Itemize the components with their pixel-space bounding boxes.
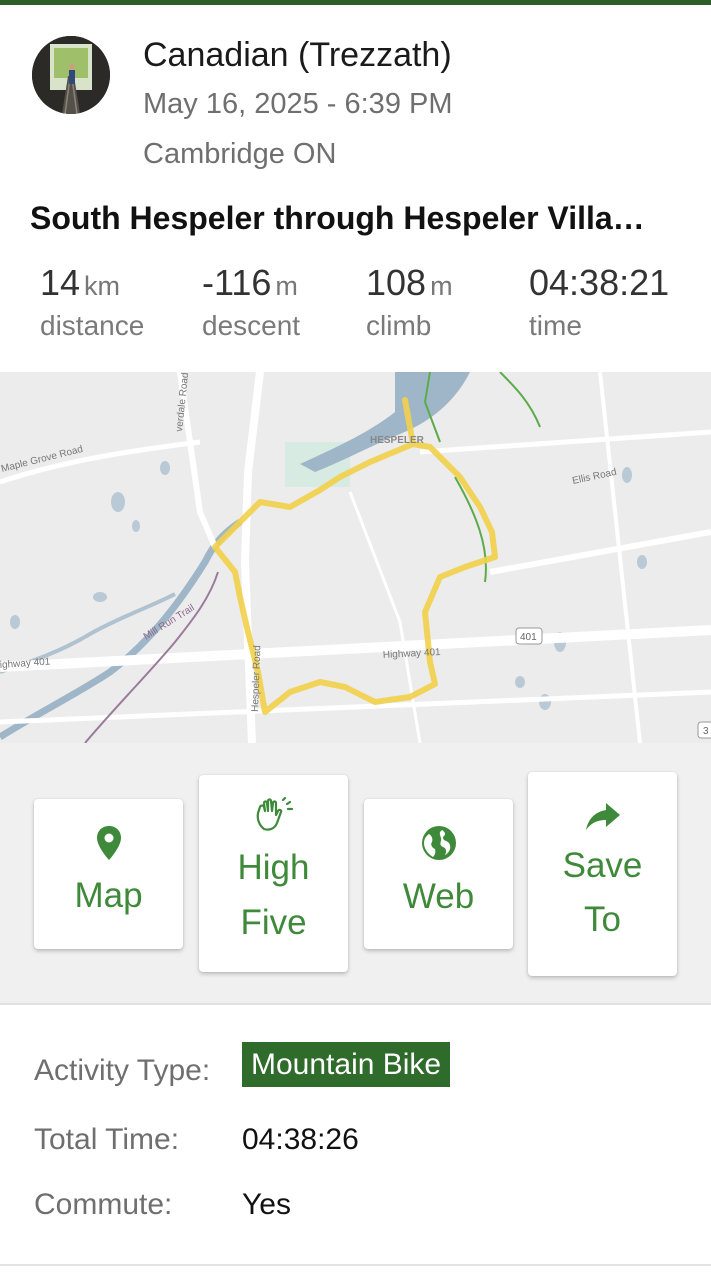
stat-descent: -116 m descent <box>202 262 300 342</box>
stat-climb-value: 108 <box>366 262 427 303</box>
high-five-button[interactable]: High Five <box>199 775 348 972</box>
stat-climb-unit: m <box>430 271 453 301</box>
highway-shield-3-text: 3 <box>703 726 709 737</box>
save-to-button[interactable]: Save To <box>528 772 677 976</box>
section-divider <box>0 1264 711 1266</box>
highway-shield-401-text: 401 <box>520 632 537 643</box>
stat-time: 04:38:21 time <box>529 262 669 342</box>
web-button-label: Web <box>402 876 475 916</box>
avatar[interactable] <box>32 36 110 114</box>
web-button[interactable]: Web <box>364 799 513 949</box>
high-five-label-line2: Five <box>240 902 307 942</box>
total-time-label: Total Time: <box>34 1123 180 1156</box>
high-five-label-line1: High <box>237 848 310 888</box>
activity-type-value: Mountain Bike <box>242 1042 451 1087</box>
activity-title: South Hespeler through Hespeler Villa… <box>30 200 645 236</box>
map-label-hespeler: HESPELER <box>370 435 425 446</box>
map-pin-icon <box>96 825 121 860</box>
route-map[interactable]: Maple Grove Road verdale Road HESPELER E… <box>0 372 711 743</box>
share-arrow-icon <box>585 802 620 830</box>
stat-climb-label: climb <box>366 310 432 341</box>
map-label-hespeler-road: Hespeler Road <box>250 645 263 712</box>
stat-distance-value: 14 <box>40 262 81 303</box>
commute-value: Yes <box>242 1188 291 1221</box>
stat-distance-label: distance <box>40 310 145 341</box>
stat-time-value: 04:38:21 <box>529 262 670 303</box>
stat-climb: 108 m climb <box>366 262 453 342</box>
stat-time-label: time <box>529 310 582 341</box>
activity-date: May 16, 2025 - 6:39 PM <box>143 88 453 120</box>
top-accent-bar <box>0 0 711 5</box>
map-button[interactable]: Map <box>34 799 183 949</box>
activity-type-badge: Mountain Bike <box>242 1042 451 1087</box>
save-to-label-line1: Save <box>562 845 643 885</box>
action-buttons-area: Map High Five Web Save To <box>0 743 711 1005</box>
stat-descent-unit: m <box>275 271 298 301</box>
globe-icon <box>421 825 456 860</box>
waving-hand-icon <box>256 797 293 831</box>
stat-distance: 14 km distance <box>40 262 144 342</box>
stat-distance-unit: km <box>84 271 121 301</box>
total-time-value: 04:38:26 <box>242 1123 359 1156</box>
stat-descent-value: -116 <box>202 262 272 303</box>
activity-location: Cambridge ON <box>143 138 337 170</box>
stat-descent-label: descent <box>202 310 301 341</box>
user-name[interactable]: Canadian (Trezzath) <box>143 36 452 75</box>
map-button-label: Map <box>74 875 143 915</box>
commute-label: Commute: <box>34 1188 173 1221</box>
save-to-label-line2: To <box>584 900 621 939</box>
activity-type-label: Activity Type: <box>34 1054 211 1087</box>
